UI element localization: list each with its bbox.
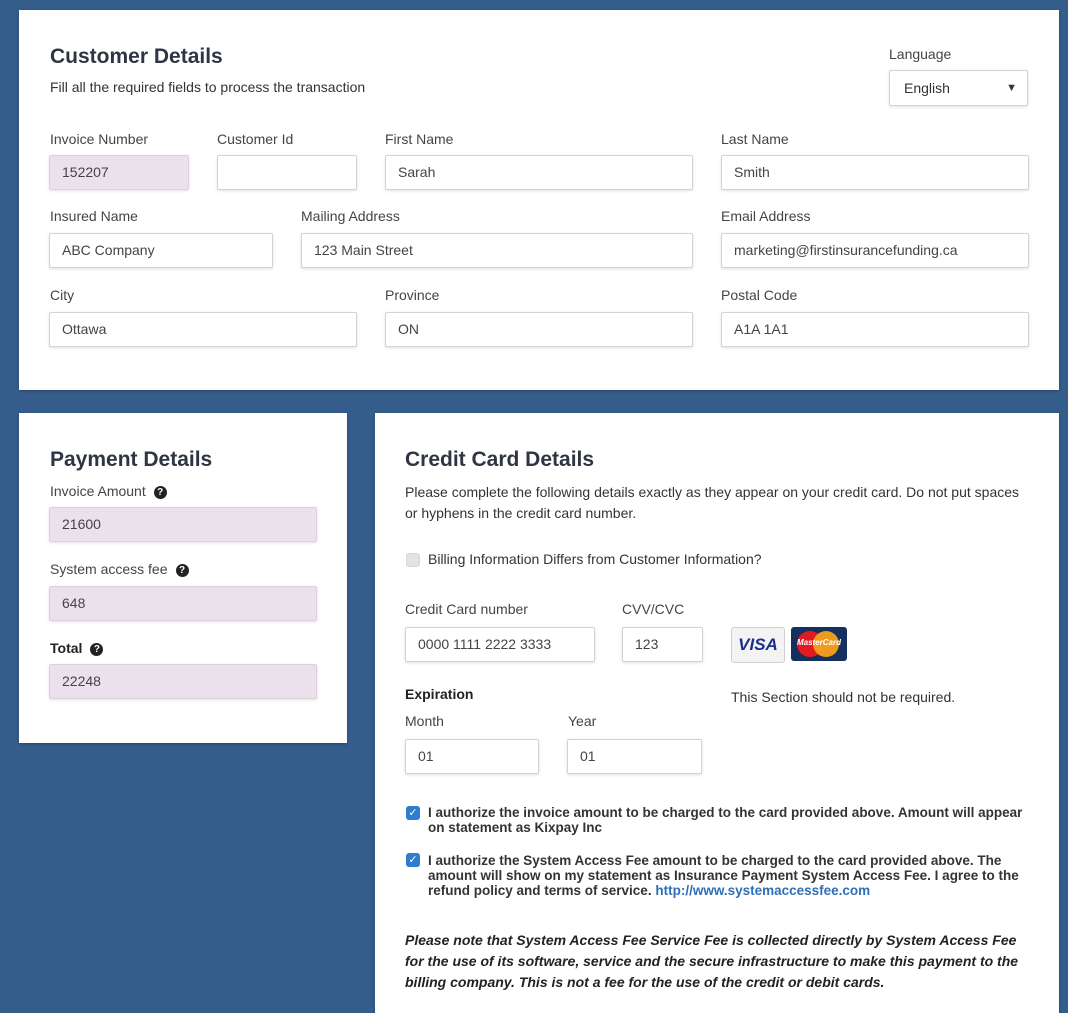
authorize-fee-label: I authorize the System Access Fee amount…	[428, 853, 1028, 898]
invoice-number-label: Invoice Number	[50, 131, 149, 147]
authorize-invoice-checkbox[interactable]: ✓	[406, 806, 420, 820]
year-label: Year	[568, 713, 597, 729]
total-label: Total?	[50, 640, 104, 656]
question-circle-icon[interactable]: ?	[175, 564, 189, 577]
authorize-fee-checkbox[interactable]: ✓	[406, 853, 420, 867]
expiration-year-field[interactable]: 01	[567, 739, 702, 774]
insured-name-label: Insured Name	[50, 208, 138, 224]
email-address-label: Email Address	[721, 208, 811, 224]
invoice-amount-label: Invoice Amount?	[50, 483, 167, 499]
invoice-number-field[interactable]: 152207	[49, 155, 189, 190]
payment-details-panel: Payment Details Invoice Amount? 21600 Sy…	[19, 413, 347, 743]
chevron-down-icon: ▼	[1006, 82, 1017, 94]
province-label: Province	[385, 287, 440, 303]
question-circle-icon[interactable]: ?	[153, 486, 167, 499]
visa-icon: VISA	[731, 627, 785, 663]
credit-card-details-panel: Credit Card Details Please complete the …	[375, 413, 1059, 1013]
credit-card-instructions: Please complete the following details ex…	[405, 484, 1020, 521]
credit-card-details-title: Credit Card Details	[405, 448, 595, 471]
city-field[interactable]: Ottawa	[49, 312, 357, 347]
invoice-amount-label-text: Invoice Amount	[50, 483, 146, 499]
mastercard-icon: MasterCard	[791, 627, 847, 661]
expiration-month-field[interactable]: 01	[405, 739, 539, 774]
service-fee-disclaimer: Please note that System Access Fee Servi…	[405, 932, 1019, 990]
mailing-address-field[interactable]: 123 Main Street	[301, 233, 693, 268]
insured-name-field[interactable]: ABC Company	[49, 233, 273, 268]
language-select[interactable]: English ▼	[889, 70, 1028, 106]
billing-differs-checkbox[interactable]	[406, 553, 420, 567]
payment-details-title: Payment Details	[50, 448, 213, 471]
question-circle-icon[interactable]: ?	[90, 643, 104, 656]
section-not-required-note: This Section should not be required.	[731, 689, 956, 705]
customer-id-field[interactable]	[217, 155, 357, 190]
billing-differs-label: Billing Information Differs from Custome…	[428, 551, 762, 567]
customer-details-panel: Customer Details Fill all the required f…	[19, 10, 1059, 390]
first-name-field[interactable]: Sarah	[385, 155, 693, 190]
postal-code-label: Postal Code	[721, 287, 798, 303]
mailing-address-label: Mailing Address	[301, 208, 400, 224]
customer-details-subtitle: Fill all the required fields to process …	[50, 79, 366, 95]
language-value: English	[904, 80, 950, 96]
cvv-label: CVV/CVC	[622, 601, 685, 617]
customer-id-label: Customer Id	[217, 131, 294, 147]
total-field[interactable]: 22248	[49, 664, 317, 699]
last-name-label: Last Name	[721, 131, 789, 147]
city-label: City	[50, 287, 75, 303]
province-field[interactable]: ON	[385, 312, 693, 347]
first-name-label: First Name	[385, 131, 454, 147]
card-number-label: Credit Card number	[405, 601, 528, 617]
system-access-fee-field[interactable]: 648	[49, 586, 317, 621]
authorize-invoice-label: I authorize the invoice amount to be cha…	[428, 805, 1023, 835]
customer-details-title: Customer Details	[50, 45, 223, 68]
cvv-field[interactable]: 123	[622, 627, 703, 662]
mastercard-text: MasterCard	[796, 638, 841, 647]
system-access-fee-label-text: System access fee	[50, 561, 168, 577]
invoice-amount-field[interactable]: 21600	[49, 507, 317, 542]
postal-code-field[interactable]: A1A 1A1	[721, 312, 1029, 347]
system-access-fee-label: System access fee?	[50, 561, 189, 577]
last-name-field[interactable]: Smith	[721, 155, 1029, 190]
month-label: Month	[405, 713, 444, 729]
language-label: Language	[889, 46, 952, 62]
total-label-text: Total	[50, 640, 83, 656]
card-number-field[interactable]: 0000 1111 2222 3333	[405, 627, 595, 662]
email-address-field[interactable]: marketing@firstinsurancefunding.ca	[721, 233, 1029, 268]
system-access-fee-link[interactable]: http://www.systemaccessfee.com	[655, 883, 870, 898]
expiration-label: Expiration	[405, 686, 474, 702]
